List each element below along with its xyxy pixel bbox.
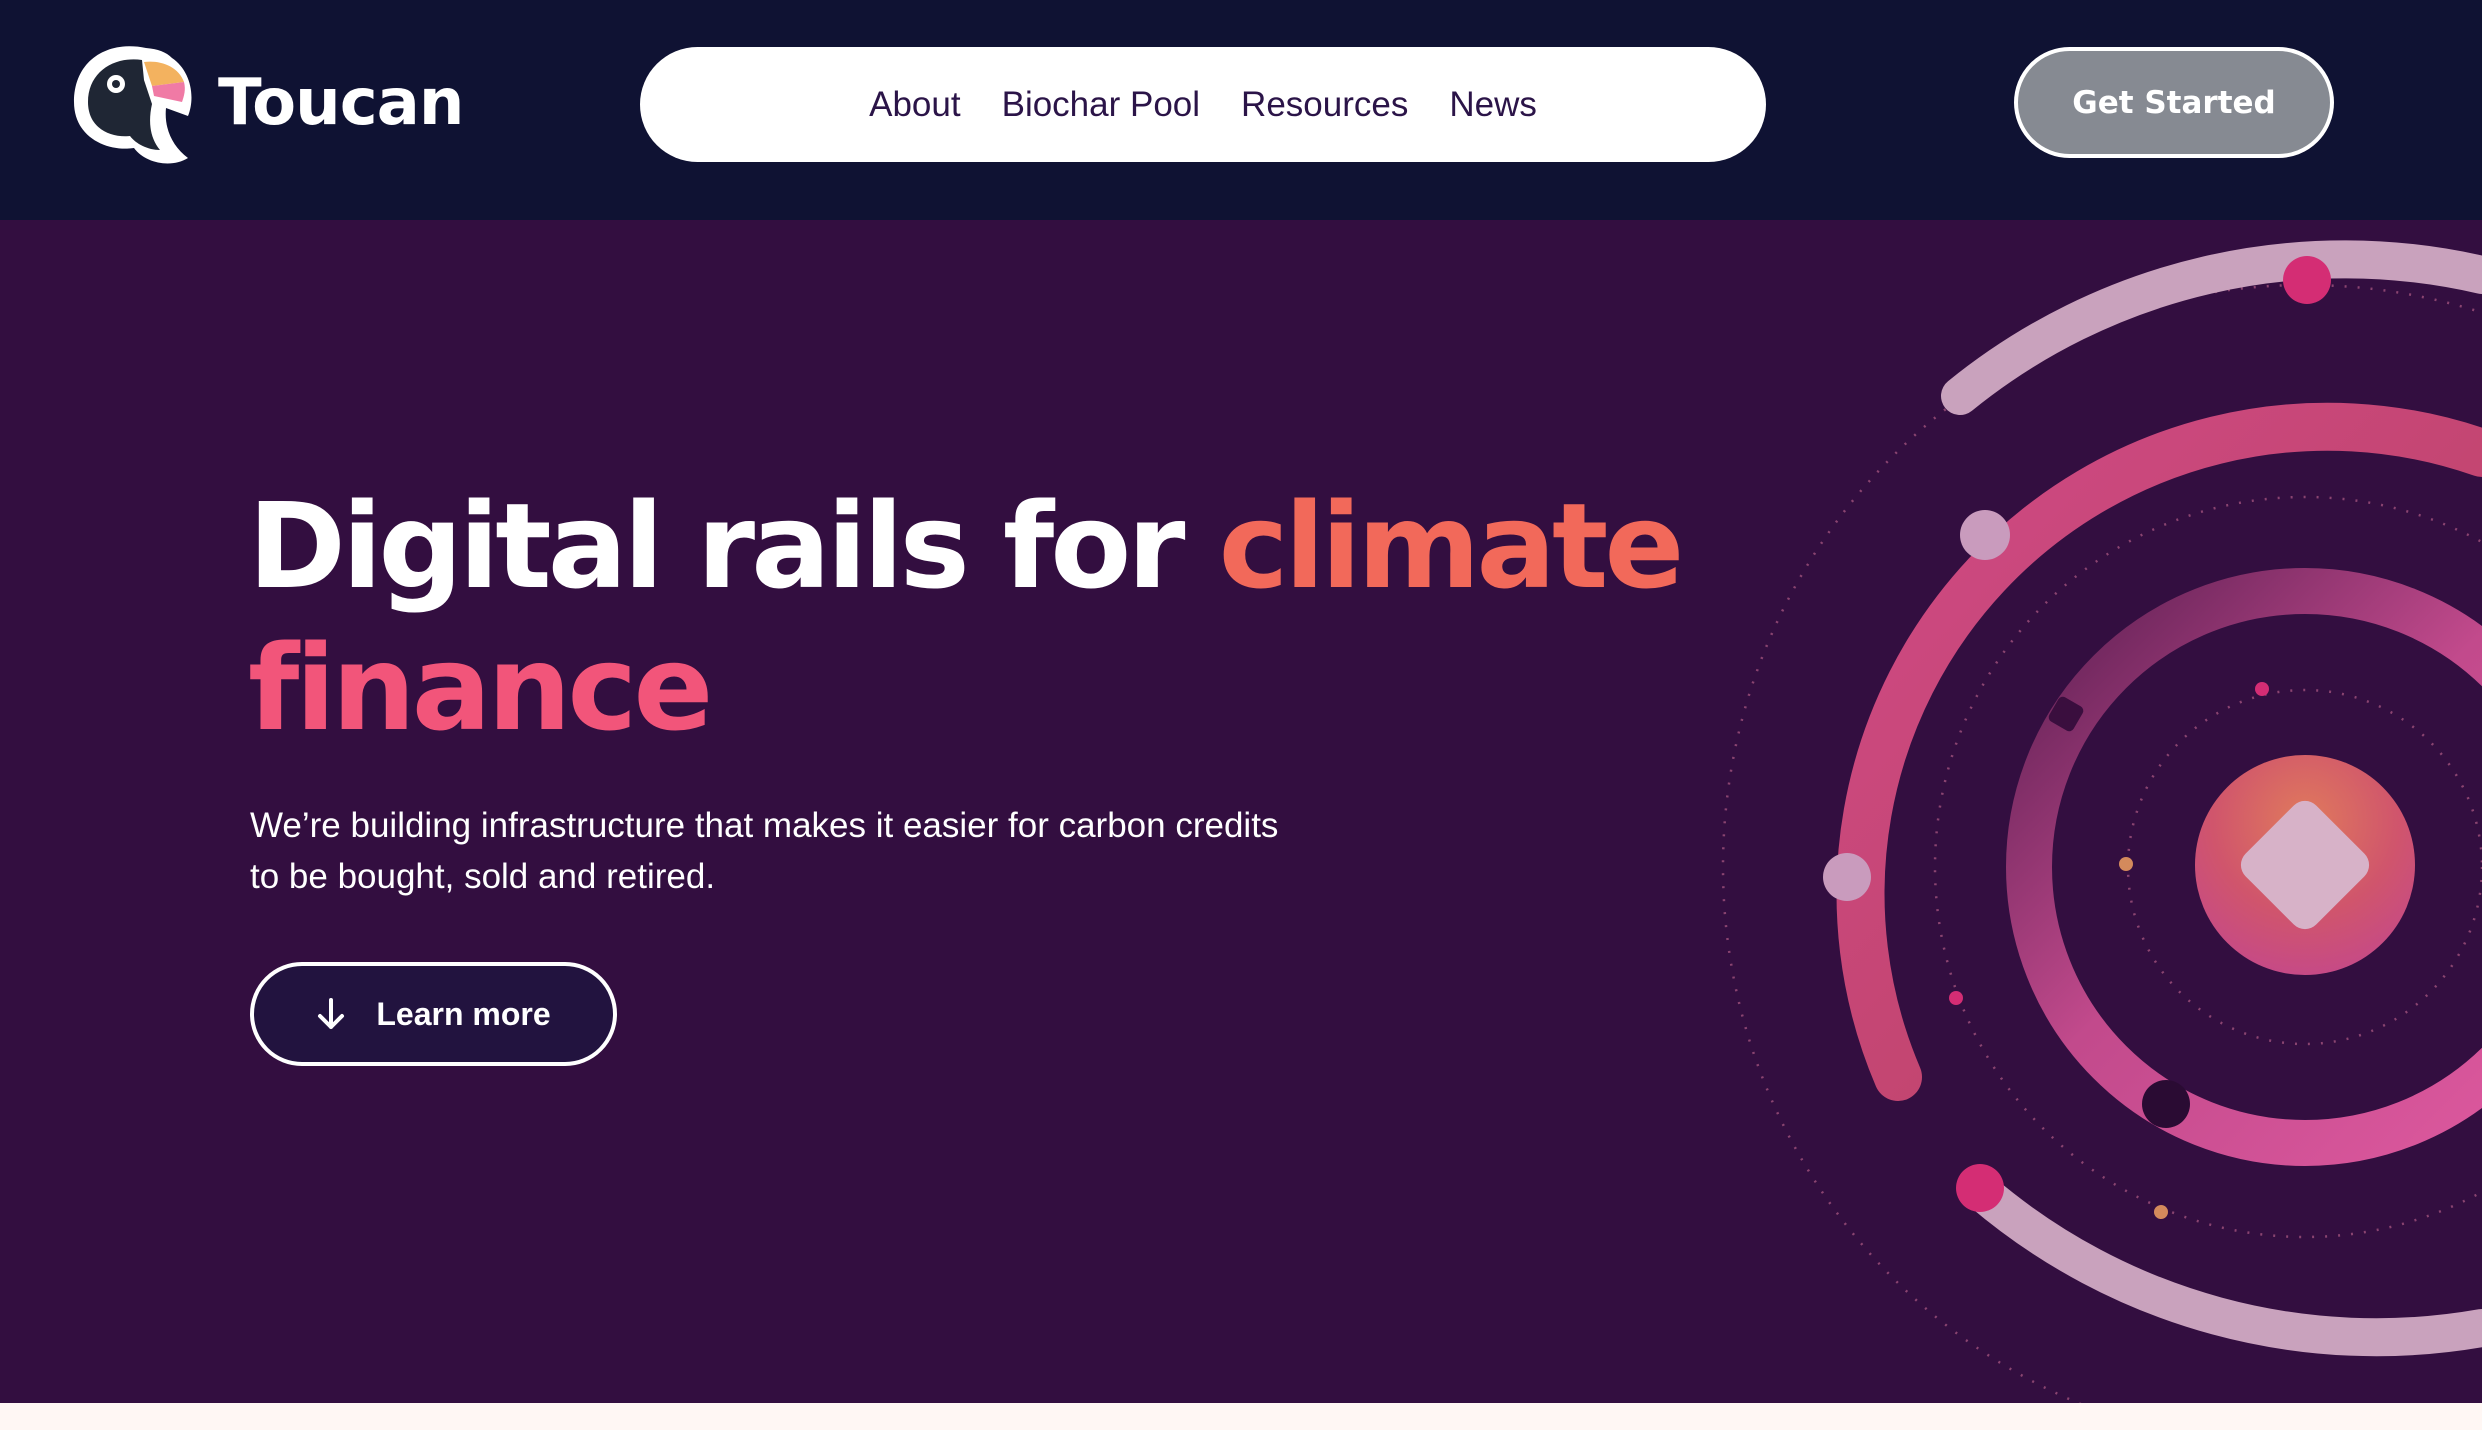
main-nav: About Biochar Pool Resources News [640, 47, 1766, 162]
hero-title-accent-climate: climate [1218, 477, 1685, 615]
orbit-arc-bottom [1963, 1173, 2482, 1357]
orbit-dot [2119, 857, 2133, 871]
orbit-dot [2154, 1205, 2168, 1219]
orbit-planet [1823, 853, 1871, 901]
site-header: Toucan About Biochar Pool Resources News… [0, 0, 2482, 220]
brand-logo-link[interactable]: Toucan [68, 40, 464, 166]
nav-link-resources[interactable]: Resources [1241, 85, 1408, 125]
orbit-dot [2255, 682, 2269, 696]
orbit-planet [2142, 1080, 2190, 1128]
learn-more-button[interactable]: Learn more [250, 962, 617, 1066]
toucan-logo-icon [68, 40, 196, 166]
orbit-arc-top [1941, 240, 2482, 415]
learn-more-label: Learn more [376, 995, 551, 1032]
page: Toucan About Biochar Pool Resources News… [0, 0, 2482, 1430]
orbit-arc-large [1836, 402, 2482, 1101]
orbit-dot [1949, 991, 1963, 1005]
nav-link-about[interactable]: About [869, 85, 960, 125]
arrow-down-icon [316, 997, 346, 1031]
hero-subtitle: We’re building infrastructure that makes… [250, 806, 1279, 896]
orbit-illustration [1660, 220, 2482, 1403]
hero-title-accent-finance: finance [248, 619, 713, 757]
brand-name: Toucan [218, 66, 464, 140]
orbit-graphic [1721, 240, 2482, 1403]
hero-title: Digital rails for climate finance [248, 475, 1748, 759]
orbit-planet [1960, 510, 2010, 560]
nav-link-biochar-pool[interactable]: Biochar Pool [1002, 85, 1200, 125]
page-bottom-strip [0, 1403, 2482, 1430]
orbit-planet [1956, 1164, 2004, 1212]
nav-link-news[interactable]: News [1449, 85, 1537, 125]
hero-title-white: Digital rails for [248, 477, 1219, 615]
get-started-button[interactable]: Get Started [2014, 47, 2334, 158]
orbit-planet [2283, 256, 2331, 304]
hero-section: Digital rails for climate finance We’re b… [0, 220, 2482, 1403]
